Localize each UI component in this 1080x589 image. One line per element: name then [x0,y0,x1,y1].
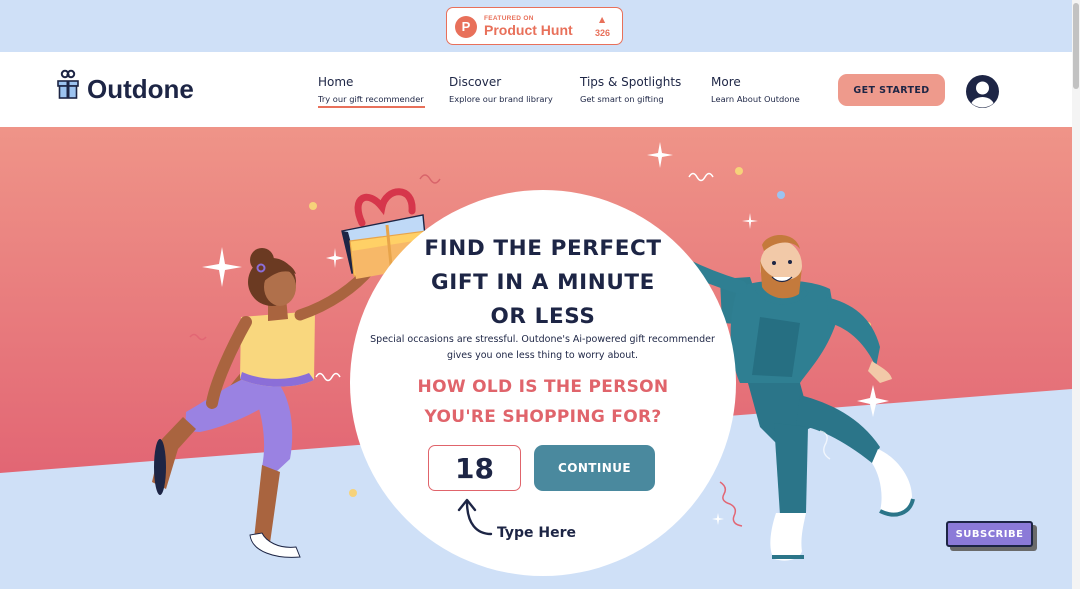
nav-item-subtitle: Explore our brand library [449,94,553,104]
product-hunt-featured-label: FEATURED ON [484,15,534,22]
nav-item-subtitle: Get smart on gifting [580,94,664,104]
product-hunt-logo-icon: P [455,16,477,38]
product-hunt-strip: P FEATURED ON Product Hunt ▲ 326 [0,0,1080,52]
nav-active-underline [318,106,425,108]
nav-item-tips[interactable]: Tips & Spotlights Get smart on gifting [580,75,681,104]
scrollbar-thumb[interactable] [1073,3,1079,89]
upvote-count: 326 [595,28,611,38]
age-input[interactable] [428,445,521,491]
hero-section: FIND THE PERFECT GIFT IN A MINUTE OR LES… [0,127,1072,589]
brand-name[interactable]: Outdone [87,74,194,105]
nav-item-title: Tips & Spotlights [580,75,682,89]
nav-item-title: More [711,75,741,89]
hero-headline-line: OR LESS [490,304,596,329]
user-avatar-icon[interactable] [965,74,1000,109]
main-nav: Outdone Home Try our gift recommender Di… [0,52,1072,127]
hero-subtext-line: gives you one less thing to worry about. [447,350,638,361]
nav-item-title: Home [318,75,354,89]
nav-item-home[interactable]: Home Try our gift recommender [318,75,424,104]
age-question: HOW OLD IS THE PERSON YOU'RE SHOPPING FO… [350,372,736,432]
product-hunt-badge[interactable]: P FEATURED ON Product Hunt ▲ 326 [446,7,623,45]
subscribe-button[interactable]: SUBSCRIBE [946,521,1033,547]
nav-item-more[interactable]: More Learn About Outdone [711,75,800,104]
hero-subtext-line: Special occasions are stressful. Outdone… [370,334,715,345]
hero-headline-line: FIND THE PERFECT [424,236,662,261]
hero-subtext: Special occasions are stressful. Outdone… [370,332,715,364]
age-question-line: HOW OLD IS THE PERSON [417,377,669,397]
continue-button[interactable]: CONTINUE [534,445,655,491]
hero-headline: FIND THE PERFECT GIFT IN A MINUTE OR LES… [350,232,736,334]
hero-headline-line: GIFT IN A MINUTE [431,270,655,295]
nav-item-subtitle: Try our gift recommender [318,94,424,104]
curved-arrow-icon [457,498,493,536]
nav-item-title: Discover [449,75,502,89]
product-hunt-name: Product Hunt [484,22,573,38]
gift-logo-icon[interactable] [57,68,79,100]
nav-item-subtitle: Learn About Outdone [711,94,800,104]
upvote-arrow-icon: ▲ [599,15,606,24]
age-question-line: YOU'RE SHOPPING FOR? [424,407,662,427]
get-started-button[interactable]: GET STARTED [838,74,945,106]
nav-item-discover[interactable]: Discover Explore our brand library [449,75,553,104]
type-here-hint: Type Here [497,525,577,541]
